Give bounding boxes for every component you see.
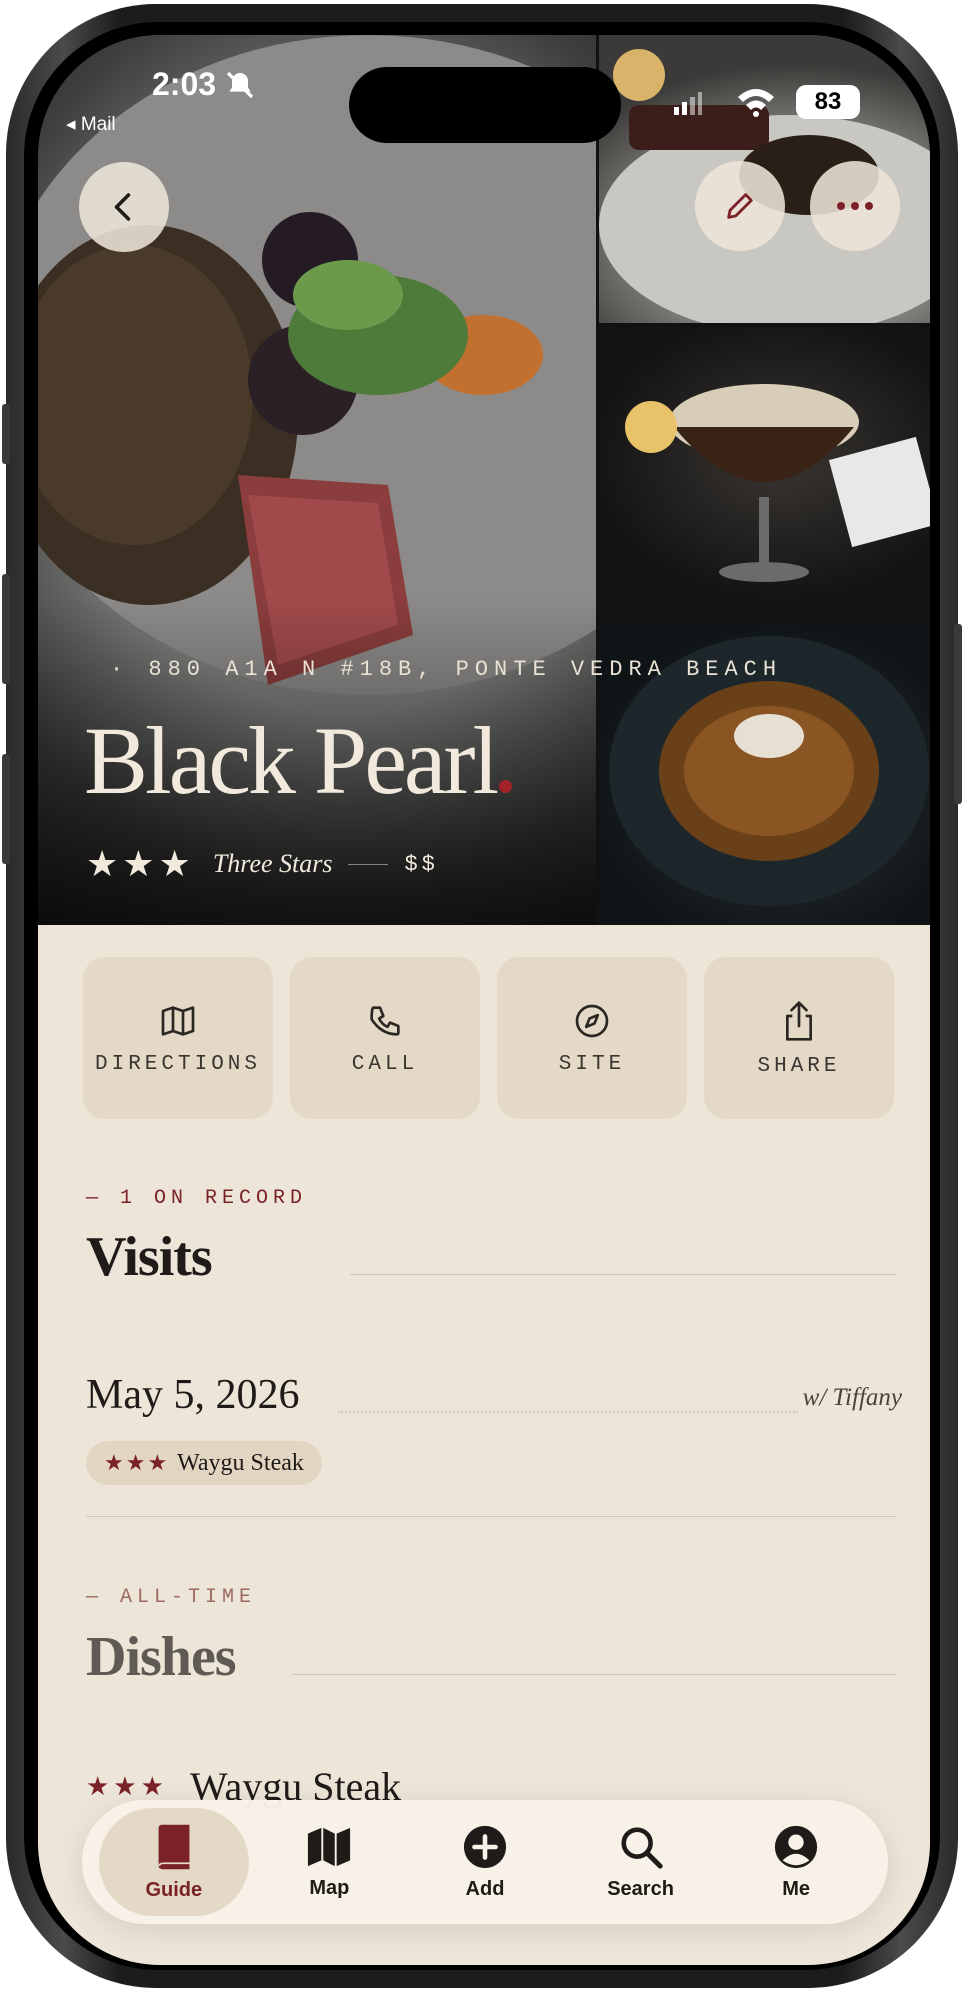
phone-icon — [370, 1005, 400, 1036]
tab-search-label: Search — [607, 1877, 674, 1900]
price-level: $$ — [404, 851, 439, 877]
espresso-martini-image — [625, 384, 930, 582]
title-accent-dot — [499, 780, 513, 793]
wifi-icon — [738, 89, 774, 117]
visit-date: May 5, 2026 — [86, 1372, 300, 1418]
dish-stars: ★★★ — [86, 1771, 168, 1801]
visits-heading: Visits — [86, 1226, 213, 1288]
chip-dish-name: Waygu Steak — [177, 1449, 304, 1476]
visit-leader-dots — [338, 1411, 798, 1413]
tab-guide-label: Guide — [145, 1878, 203, 1901]
action-button — [2, 404, 10, 464]
back-to-mail[interactable]: ◂ Mail — [66, 113, 116, 136]
tab-guide[interactable]: Guide — [98, 1808, 249, 1916]
visits-kicker: — 1 ON RECORD — [86, 1187, 308, 1210]
share-label: SHARE — [757, 1054, 841, 1078]
battery-indicator: 83 — [796, 85, 860, 119]
more-button[interactable] — [810, 161, 900, 251]
signal-icon — [674, 92, 702, 115]
tab-add[interactable]: Add — [410, 1808, 560, 1916]
tab-search[interactable]: Search — [566, 1808, 716, 1916]
back-button[interactable] — [79, 162, 169, 252]
plus-circle-icon — [463, 1825, 507, 1868]
tab-add-label: Add — [465, 1877, 505, 1900]
tab-map[interactable]: Map — [254, 1808, 404, 1916]
map-icon — [308, 1827, 351, 1866]
status-time: 2:03 — [152, 66, 217, 102]
site-button[interactable]: SITE — [497, 957, 687, 1119]
hero-photo-grid: 2:03 ◂ Mail 83 · 880 A1A N #18B, PONTE V… — [38, 35, 930, 925]
ellipsis-icon — [837, 202, 873, 210]
search-icon — [621, 1826, 663, 1869]
site-label: SITE — [558, 1052, 626, 1076]
action-buttons: DIRECTIONS CALL SITE SHARE — [83, 957, 894, 1119]
dynamic-island — [349, 67, 621, 143]
restaurant-name: Black Pearl — [84, 705, 513, 816]
call-button[interactable]: CALL — [290, 957, 480, 1119]
visits-divider — [86, 1516, 896, 1517]
chip-stars: ★★★ — [104, 1450, 170, 1475]
visit-dish-chip[interactable]: ★★★ Waygu Steak — [86, 1441, 322, 1485]
rating-row: ★★★ Three Stars $$ — [86, 843, 439, 885]
chevron-left-icon — [114, 193, 131, 221]
power-button — [954, 624, 962, 804]
dishes-heading: Dishes — [86, 1626, 237, 1688]
share-icon — [786, 1000, 812, 1041]
tab-me-label: Me — [782, 1877, 811, 1900]
person-icon — [775, 1825, 818, 1868]
dishes-heading-rule — [292, 1674, 896, 1675]
restaurant-address[interactable]: · 880 A1A N #18B, PONTE VEDRA BEACH — [110, 657, 782, 682]
volume-up-button — [2, 574, 10, 684]
book-icon — [158, 1824, 190, 1869]
bell-slash-icon — [226, 71, 254, 99]
pencil-icon — [727, 193, 753, 219]
app-screen: 2:03 ◂ Mail 83 · 880 A1A N #18B, PONTE V… — [38, 35, 930, 1965]
tab-bar: Guide Map Add Search Me — [82, 1800, 888, 1924]
visit-companion: w/ Tiffany — [802, 1384, 902, 1411]
map-icon — [161, 1005, 195, 1036]
volume-down-button — [2, 754, 10, 864]
restaurant-name-text: Black Pearl — [84, 707, 499, 814]
rating-divider — [348, 863, 389, 865]
photo-tile-2[interactable] — [599, 327, 930, 617]
share-button[interactable]: SHARE — [704, 957, 894, 1119]
star-rating: ★★★ — [86, 843, 195, 884]
compass-icon — [575, 1004, 609, 1037]
edit-button[interactable] — [695, 161, 785, 251]
directions-label: DIRECTIONS — [94, 1052, 262, 1076]
directions-button[interactable]: DIRECTIONS — [83, 957, 273, 1119]
call-label: CALL — [351, 1052, 419, 1076]
visits-heading-rule — [350, 1274, 896, 1275]
tab-me[interactable]: Me — [721, 1808, 871, 1916]
dishes-kicker: — ALL-TIME — [86, 1586, 257, 1609]
rating-text: Three Stars — [212, 849, 333, 878]
tab-map-label: Map — [309, 1876, 350, 1899]
